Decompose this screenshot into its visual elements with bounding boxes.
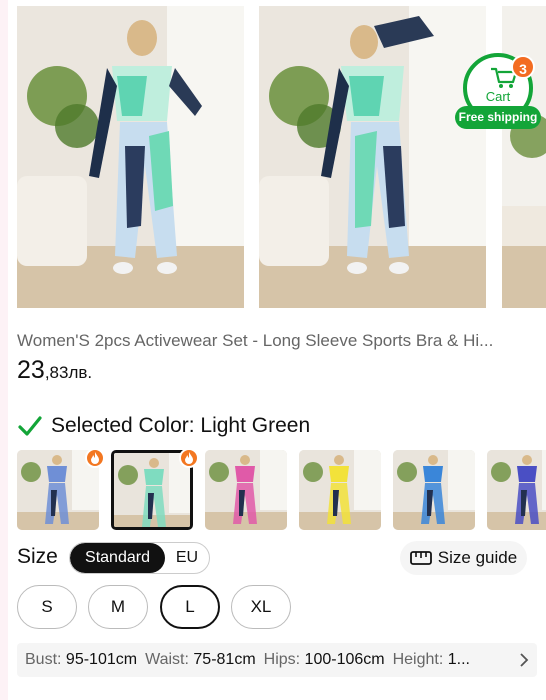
- product-photo[interactable]: [502, 6, 546, 308]
- ruler-icon: [409, 551, 432, 565]
- swatch-image: [299, 450, 381, 530]
- product-detail-screen: Cart 3 Free shipping Women'S 2pcs Active…: [0, 0, 546, 700]
- size-label: Size: [17, 545, 58, 568]
- bust-label: Bust:: [25, 651, 62, 668]
- waist-label: Waist:: [145, 651, 189, 668]
- cart-count-badge: 3: [511, 55, 535, 79]
- size-option-s[interactable]: S: [17, 585, 77, 629]
- free-shipping-badge: Free shipping: [455, 106, 541, 129]
- color-swatch-blue[interactable]: [393, 450, 475, 530]
- size-option-xl[interactable]: XL: [231, 585, 291, 629]
- size-system-eu[interactable]: EU: [165, 543, 209, 573]
- height-label: Height:: [392, 651, 444, 668]
- color-swatch-navy-purple[interactable]: [487, 450, 546, 530]
- product-photo[interactable]: [259, 6, 486, 308]
- size-system-standard[interactable]: Standard: [70, 543, 165, 573]
- color-swatch-pink[interactable]: [205, 450, 287, 530]
- size-system-toggle: Standard EU: [69, 542, 210, 574]
- swatch-image: [393, 450, 475, 530]
- check-icon: [18, 416, 42, 436]
- size-measurements-bar[interactable]: Bust: 95-101cm Waist: 75-81cm Hips: 100-…: [17, 643, 537, 677]
- waist-value: 75-81cm: [193, 651, 256, 668]
- price-rest: ,83лв.: [44, 363, 93, 382]
- price-main: 23: [17, 356, 45, 384]
- product-price: 23,83лв.: [17, 356, 92, 385]
- size-header: Size Standard EU Size guide: [17, 540, 537, 576]
- color-swatch-list: [17, 450, 546, 532]
- swatch-image: [487, 450, 546, 530]
- height-value: 1...: [447, 651, 470, 668]
- bust-value: 95-101cm: [65, 651, 138, 668]
- selected-color-row: Selected Color: Light Green: [17, 412, 310, 440]
- size-guide-button[interactable]: Size guide: [400, 541, 527, 575]
- hot-flame-icon: [85, 450, 105, 468]
- product-photo[interactable]: [17, 6, 244, 308]
- color-swatch-yellow[interactable]: [299, 450, 381, 530]
- product-image-gallery[interactable]: [17, 6, 546, 308]
- size-option-m[interactable]: M: [88, 585, 148, 629]
- product-title: Women'S 2pcs Activewear Set - Long Sleev…: [17, 331, 494, 350]
- chevron-right-icon: [520, 653, 529, 667]
- size-guide-label: Size guide: [437, 548, 518, 567]
- cart-label: Cart: [485, 89, 511, 104]
- hips-value: 100-106cm: [304, 651, 385, 668]
- hot-flame-icon: [179, 450, 199, 468]
- hips-label: Hips:: [263, 651, 301, 668]
- swatch-image: [205, 450, 287, 530]
- selected-color-label: Selected Color: Light Green: [51, 414, 311, 437]
- cart-button[interactable]: Cart 3 Free shipping: [455, 53, 541, 131]
- size-option-l[interactable]: L: [160, 585, 220, 629]
